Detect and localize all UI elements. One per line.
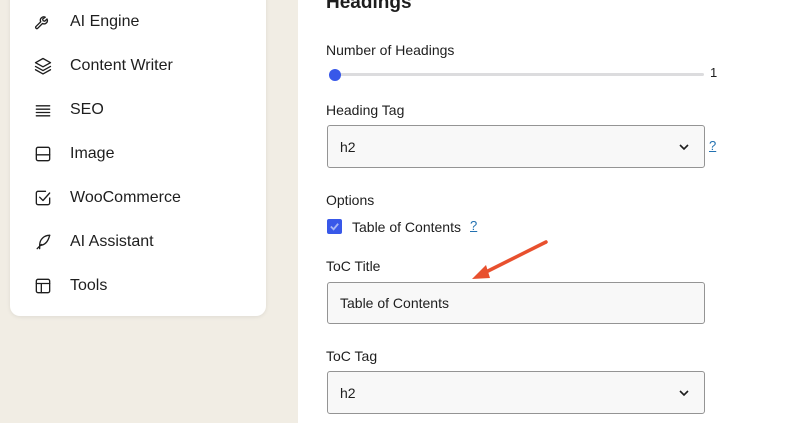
sidebar-item-label: Image [70, 145, 115, 162]
sidebar-item-label: WooCommerce [70, 189, 181, 206]
toc-checkbox[interactable] [327, 219, 342, 234]
chevron-down-icon [678, 140, 690, 152]
sidebar-item-ai-assistant[interactable]: AI Assistant [32, 228, 252, 256]
heading-tag-help-link[interactable]: ? [709, 138, 716, 153]
settings-panel: Headings Number of Headings 1 Heading Ta… [298, 0, 801, 423]
sidebar-item-seo[interactable]: SEO [32, 96, 252, 124]
section-title: Headings [326, 0, 412, 13]
slider-value: 1 [710, 65, 718, 80]
toc-title-input[interactable]: Table of Contents [327, 282, 705, 324]
sidebar-item-content-writer[interactable]: Content Writer [32, 52, 252, 80]
heading-tag-select[interactable]: h2 [327, 125, 705, 168]
lines-icon [32, 99, 54, 121]
sidebar-item-ai-engine[interactable]: AI Engine [32, 8, 252, 36]
layout-icon [32, 275, 54, 297]
toc-checkbox-label: Table of Contents [352, 219, 461, 235]
number-of-headings-label: Number of Headings [326, 42, 455, 58]
options-label: Options [326, 192, 375, 208]
number-of-headings-slider[interactable] [334, 73, 704, 76]
toc-help-link[interactable]: ? [470, 218, 477, 233]
slider-thumb[interactable] [329, 69, 341, 81]
sidebar-item-tools[interactable]: Tools [32, 272, 252, 300]
sidebar-item-label: Tools [70, 277, 108, 294]
checkmark-icon [330, 223, 339, 231]
wrench-icon [32, 11, 54, 33]
layers-icon [32, 55, 54, 77]
sidebar-item-woocommerce[interactable]: WooCommerce [32, 184, 252, 212]
sidebar-item-label: AI Engine [70, 13, 140, 30]
chevron-down-icon [678, 386, 690, 398]
annotation-arrow-icon [472, 240, 548, 279]
toc-tag-select[interactable]: h2 [327, 371, 705, 414]
sidebar-item-image[interactable]: Image [32, 140, 252, 168]
heading-tag-value: h2 [340, 138, 356, 155]
sidebar-item-label: SEO [70, 101, 104, 118]
image-icon [32, 143, 54, 165]
toc-tag-label: ToC Tag [326, 348, 378, 364]
feather-icon [32, 231, 54, 253]
toc-title-label: ToC Title [326, 258, 381, 274]
checkbox-icon [32, 187, 54, 209]
sidebar-item-label: AI Assistant [70, 233, 154, 250]
toc-title-value: Table of Contents [340, 295, 449, 311]
sidebar-menu: AI Engine Content Writer SEO Image WooCo… [10, 0, 266, 316]
sidebar-item-label: Content Writer [70, 57, 173, 74]
toc-tag-value: h2 [340, 384, 356, 401]
heading-tag-label: Heading Tag [326, 102, 405, 118]
